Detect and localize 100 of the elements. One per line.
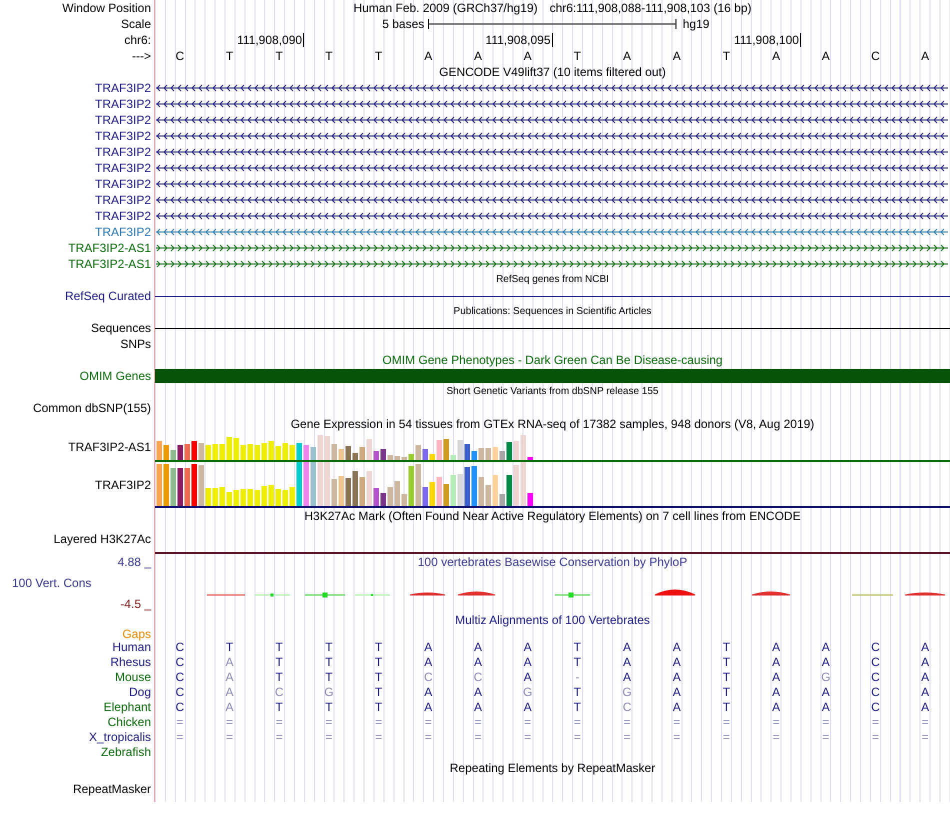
aligned-base: A [820, 655, 831, 670]
aligned-base: = [274, 715, 284, 730]
base-letter: A [771, 48, 782, 64]
aligned-base: A [423, 655, 434, 670]
aligned-base: T [722, 640, 732, 655]
aligned-base: = [374, 730, 384, 745]
species-label: X_tropicalis [88, 730, 151, 745]
aligned-base: A [672, 640, 682, 655]
aligned-base: = [324, 730, 334, 745]
aligned-base: T [224, 640, 234, 655]
aligned-base: A [472, 655, 483, 670]
track-title: RefSeq genes from NCBI [496, 274, 609, 285]
gene-label[interactable]: TRAF3IP2 [94, 128, 151, 144]
gene-label[interactable]: TRAF3IP2 [94, 160, 151, 176]
aligned-base: A [920, 700, 930, 715]
aligned-base: = [622, 715, 632, 730]
aligned-base: T [722, 700, 732, 715]
gene-label[interactable]: TRAF3IP2 [94, 208, 151, 224]
aligned-base: A [672, 655, 682, 670]
track-label: SNPs [120, 336, 151, 352]
aligned-base: = [821, 715, 830, 730]
aligned-base: C [870, 640, 881, 655]
aligned-base: = [772, 730, 781, 745]
aligned-base: A [771, 640, 782, 655]
aligned-base: = [672, 715, 682, 730]
aligned-base: G [522, 685, 534, 700]
track-title: Short Genetic Variants from dbSNP release 155 [446, 386, 658, 397]
gene-label[interactable]: TRAF3IP2-AS1 [68, 256, 151, 272]
track-title: Publications: Sequences in Scientific Articles [454, 306, 652, 317]
aligned-base: = [920, 730, 930, 745]
aligned-base: T [572, 640, 582, 655]
gene-label[interactable]: TRAF3IP2 [94, 112, 151, 128]
aligned-base: T [274, 640, 284, 655]
aligned-base: C [174, 685, 186, 700]
species-label: Zebrafish [100, 745, 151, 760]
position-text: chr6:111,908,088-111,908,103 (16 bp) [550, 1, 752, 15]
aligned-base: G [323, 685, 335, 700]
track-label: Common dbSNP(155) [32, 400, 151, 416]
track-label: chr6: [124, 32, 151, 48]
base-letter: T [374, 48, 384, 64]
aligned-base: A [920, 685, 930, 700]
aligned-base: A [672, 700, 682, 715]
aligned-base: T [324, 700, 334, 715]
track-title: Gene Expression in 54 tissues from GTEx RNA-seq of 17382 samples, 948 donors (V8, Aug 2019) [290, 417, 814, 431]
aligned-base: T [324, 670, 334, 685]
species-label: Chicken [108, 715, 151, 730]
aligned-base: A [820, 700, 831, 715]
aligned-base: C [472, 670, 484, 685]
scale-text: 5 bases [382, 16, 424, 32]
track-label: RepeatMasker [72, 781, 151, 797]
aligned-base: T [374, 640, 384, 655]
base-letter: T [572, 48, 582, 64]
aligned-base: T [324, 640, 334, 655]
gene-label[interactable]: TRAF3IP2 [94, 80, 151, 96]
base-letter: T [274, 48, 284, 64]
aligned-base: T [324, 655, 334, 670]
aligned-base: C [870, 655, 881, 670]
aligned-base: C [870, 685, 881, 700]
aligned-base: C [870, 700, 881, 715]
aligned-base: A [224, 670, 235, 685]
gene-label[interactable]: TRAF3IP2 [94, 176, 151, 192]
aligned-base: A [472, 700, 483, 715]
base-letter: T [324, 48, 334, 64]
aligned-base: = [821, 730, 830, 745]
aligned-base: = [572, 730, 582, 745]
aligned-base: A [522, 700, 533, 715]
species-label: Human [112, 640, 151, 655]
aligned-base: = [920, 715, 930, 730]
aligned-base: = [523, 715, 532, 730]
aligned-base: A [423, 685, 434, 700]
aligned-base: = [274, 730, 284, 745]
aligned-base: A [771, 655, 782, 670]
aligned-base: = [225, 730, 234, 745]
track-title: OMIM Gene Phenotypes - Dark Green Can Be Disease-causing [382, 353, 723, 367]
aligned-base: T [274, 670, 284, 685]
aligned-base: A [622, 640, 632, 655]
track-label: Gaps [122, 628, 151, 640]
gene-label[interactable]: TRAF3IP2 [94, 96, 151, 112]
gene-label[interactable]: TRAF3IP2 [94, 144, 151, 160]
aligned-base: T [374, 685, 384, 700]
gene-label[interactable]: TRAF3IP2 [94, 224, 151, 240]
track-label: Layered H3K27Ac [54, 531, 151, 547]
gene-label[interactable]: TRAF3IP2 [94, 192, 151, 208]
aligned-base: A [771, 670, 782, 685]
track-label: OMIM Genes [80, 368, 151, 384]
aligned-base: T [374, 655, 384, 670]
species-label: Rhesus [110, 655, 151, 670]
aligned-base: = [424, 730, 433, 745]
aligned-base: T [374, 700, 384, 715]
track-label[interactable]: RefSeq Curated [64, 288, 151, 304]
aligned-base: = [672, 730, 682, 745]
track-title: Multiz Alignments of 100 Vertebrates [455, 613, 650, 627]
gene-label[interactable]: TRAF3IP2-AS1 [68, 240, 151, 256]
aligned-base: C [274, 685, 285, 700]
axis-min-label: -4.5 _ [119, 596, 151, 612]
strand-label: ---> [132, 48, 151, 64]
aligned-base: T [374, 670, 384, 685]
aligned-base: = [622, 730, 632, 745]
track-label: Sequences [90, 320, 151, 336]
aligned-base: A [920, 655, 930, 670]
